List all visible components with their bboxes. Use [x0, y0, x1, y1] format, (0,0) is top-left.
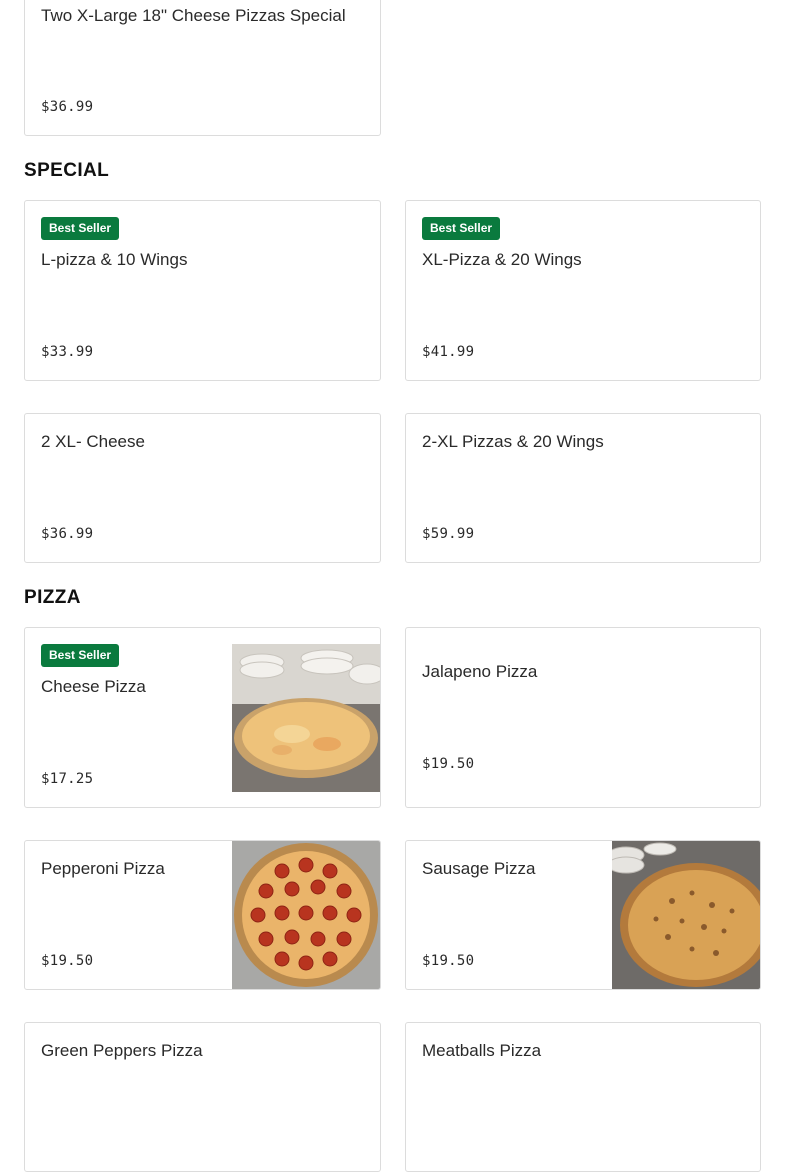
best-seller-badge: Best Seller [41, 217, 120, 240]
menu-item-name: Cheese Pizza [41, 677, 146, 696]
section-title-special: SPECIAL [24, 160, 110, 181]
menu-item-name: Meatballs Pizza [422, 1041, 542, 1060]
menu-item-card[interactable]: Green Peppers Pizza [24, 1022, 381, 1172]
menu-item-card[interactable]: Best Seller XL-Pizza & 20 Wings $41.99 [405, 200, 761, 381]
menu-item-name: Jalapeno Pizza [422, 662, 538, 681]
menu-item-card[interactable]: 2 XL- Cheese $36.99 [24, 413, 381, 563]
sausage-pizza-image [612, 841, 760, 989]
menu-item-price: $17.25 [41, 771, 94, 787]
menu-item-name: Sausage Pizza [422, 859, 536, 878]
menu-item-card[interactable]: Sausage Pizza $19.50 [405, 840, 761, 990]
menu-item-price: $41.99 [422, 344, 475, 360]
pepperoni-pizza-image [232, 841, 380, 989]
menu-item-card[interactable]: Meatballs Pizza [405, 1022, 761, 1172]
section-title-pizza: PIZZA [24, 587, 81, 608]
menu-item-card[interactable]: Jalapeno Pizza $19.50 [405, 627, 761, 808]
menu-item-card[interactable]: Pepperoni Pizza $19.50 [24, 840, 381, 990]
best-seller-badge: Best Seller [422, 217, 501, 240]
menu-item-name: 2 XL- Cheese [41, 432, 145, 451]
menu-item-card[interactable]: Best Seller L-pizza & 10 Wings $33.99 [24, 200, 381, 381]
menu-item-name: Green Peppers Pizza [41, 1041, 203, 1060]
menu-item-price: $33.99 [41, 344, 94, 360]
menu-item-card[interactable]: Two X-Large 18" Cheese Pizzas Special $3… [24, 0, 381, 136]
best-seller-badge: Best Seller [41, 644, 120, 667]
menu-item-price: $59.99 [422, 526, 475, 542]
menu-item-price: $19.50 [41, 953, 94, 969]
menu-item-name: XL-Pizza & 20 Wings [422, 250, 582, 269]
menu-item-card[interactable]: 2-XL Pizzas & 20 Wings $59.99 [405, 413, 761, 563]
menu-item-price: $19.50 [422, 756, 475, 772]
menu-item-price: $36.99 [41, 526, 94, 542]
menu-item-price: $36.99 [41, 99, 94, 115]
menu-item-name: Two X-Large 18" Cheese Pizzas Special [41, 6, 346, 25]
menu-item-price: $19.50 [422, 953, 475, 969]
menu-item-name: L-pizza & 10 Wings [41, 250, 188, 269]
menu-item-name: 2-XL Pizzas & 20 Wings [422, 432, 604, 451]
menu-item-name: Pepperoni Pizza [41, 859, 165, 878]
menu-item-card[interactable]: Best Seller Cheese Pizza $17.25 [24, 627, 381, 808]
cheese-pizza-image [232, 644, 380, 792]
